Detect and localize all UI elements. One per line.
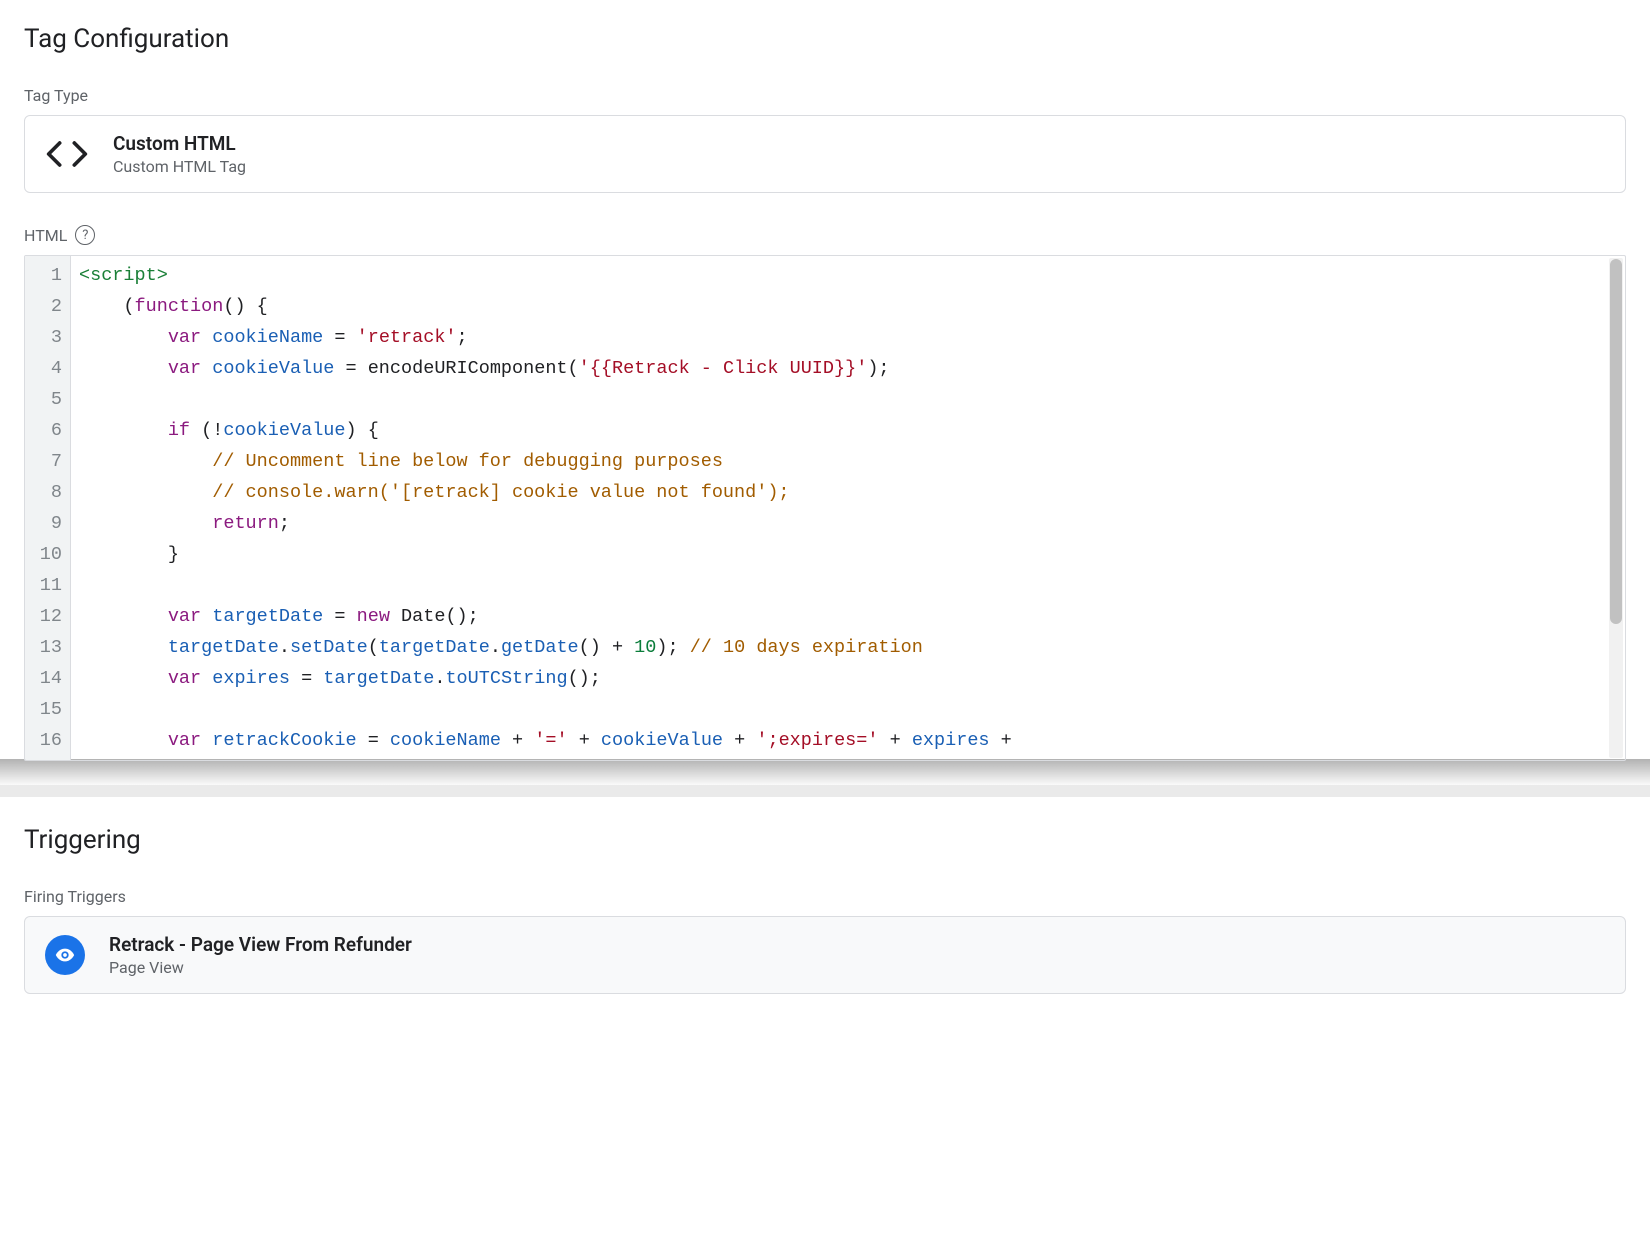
section-heading-triggering: Triggering [24, 825, 1626, 855]
code-line[interactable]: <script> [79, 260, 1617, 291]
firing-triggers-label: Firing Triggers [24, 887, 1626, 906]
html-label-text: HTML [24, 226, 67, 245]
code-icon [45, 132, 89, 176]
code-line[interactable]: var cookieName = 'retrack'; [79, 322, 1617, 353]
code-area[interactable]: <script> (function() { var cookieName = … [71, 256, 1625, 760]
code-line[interactable]: var cookieValue = encodeURIComponent('{{… [79, 353, 1617, 384]
code-line[interactable] [79, 384, 1617, 415]
trigger-subtitle: Page View [109, 958, 412, 977]
code-line[interactable]: // Uncomment line below for debugging pu… [79, 446, 1617, 477]
html-code-editor[interactable]: 12345678910111213141516 <script> (functi… [24, 255, 1626, 761]
code-gutter: 12345678910111213141516 [25, 256, 71, 760]
section-heading-tag-config: Tag Configuration [24, 24, 1626, 54]
help-icon[interactable]: ? [75, 225, 95, 245]
code-line[interactable]: var retrackCookie = cookieName + '=' + c… [79, 725, 1617, 756]
triggering-section: Triggering Firing Triggers Retrack - Pag… [0, 797, 1650, 1030]
scrollbar-track[interactable] [1609, 258, 1623, 758]
tag-type-card[interactable]: Custom HTML Custom HTML Tag [24, 115, 1626, 193]
scrollbar-thumb[interactable] [1610, 259, 1622, 624]
html-field-label: HTML ? [24, 225, 1626, 245]
code-line[interactable] [79, 570, 1617, 601]
code-line[interactable]: if (!cookieValue) { [79, 415, 1617, 446]
code-line[interactable]: } [79, 539, 1617, 570]
code-line[interactable]: // console.warn('[retrack] cookie value … [79, 477, 1617, 508]
tag-configuration-section: Tag Configuration Tag Type Custom HTML C… [0, 0, 1650, 761]
pageview-icon [45, 935, 85, 975]
code-line[interactable]: return; [79, 508, 1617, 539]
code-line[interactable]: var expires = targetDate.toUTCString(); [79, 663, 1617, 694]
trigger-card[interactable]: Retrack - Page View From Refunder Page V… [24, 916, 1626, 994]
code-line[interactable] [79, 694, 1617, 725]
tag-type-label: Tag Type [24, 86, 1626, 105]
tag-type-subtitle: Custom HTML Tag [113, 157, 246, 176]
code-line[interactable]: targetDate.setDate(targetDate.getDate() … [79, 632, 1617, 663]
code-line[interactable]: (function() { [79, 291, 1617, 322]
trigger-title: Retrack - Page View From Refunder [109, 933, 412, 956]
section-gap [0, 785, 1650, 797]
tag-type-title: Custom HTML [113, 132, 246, 155]
code-line[interactable]: var targetDate = new Date(); [79, 601, 1617, 632]
section-shadow-divider [0, 759, 1650, 785]
